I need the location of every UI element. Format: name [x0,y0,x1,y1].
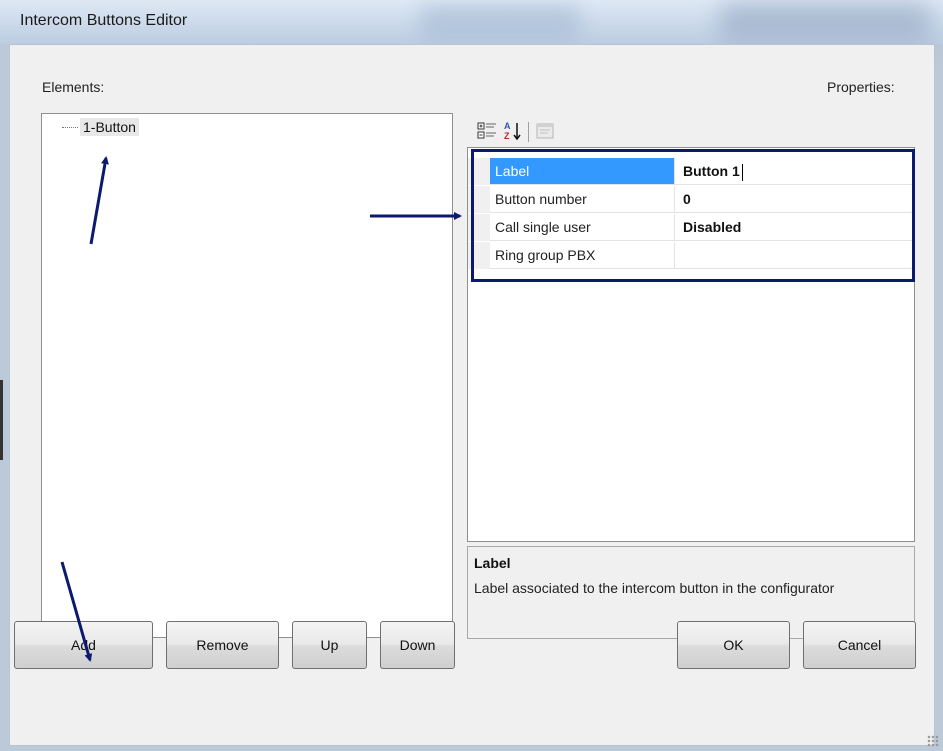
svg-text:Z: Z [504,131,510,141]
up-button[interactable]: Up [292,621,367,669]
title-bar[interactable]: Intercom Buttons Editor [0,0,943,44]
categorized-icon[interactable] [476,120,498,142]
remove-button[interactable]: Remove [166,621,279,669]
properties-label: Properties: [827,79,895,95]
resize-grip[interactable] [927,735,939,747]
description-title: Label [474,555,511,571]
window-title: Intercom Buttons Editor [20,12,188,29]
tree-connector [62,127,78,128]
dialog-window: Intercom Buttons Editor Elements: Proper… [0,0,943,751]
property-pages-icon[interactable] [534,120,556,142]
tree-item-1-button[interactable]: 1-Button [80,118,139,136]
add-button[interactable]: Add [14,621,153,669]
elements-tree[interactable]: 1-Button [41,113,453,638]
cancel-button[interactable]: Cancel [803,621,916,669]
elements-label: Elements: [42,79,105,95]
alphabetical-sort-icon[interactable]: A Z [502,120,524,142]
annotation-highlight-box [471,149,915,282]
svg-text:A: A [504,121,511,131]
description-text: Label associated to the intercom button … [474,580,835,596]
ok-button[interactable]: OK [677,621,790,669]
toolbar-separator [528,122,529,142]
down-button[interactable]: Down [380,621,455,669]
